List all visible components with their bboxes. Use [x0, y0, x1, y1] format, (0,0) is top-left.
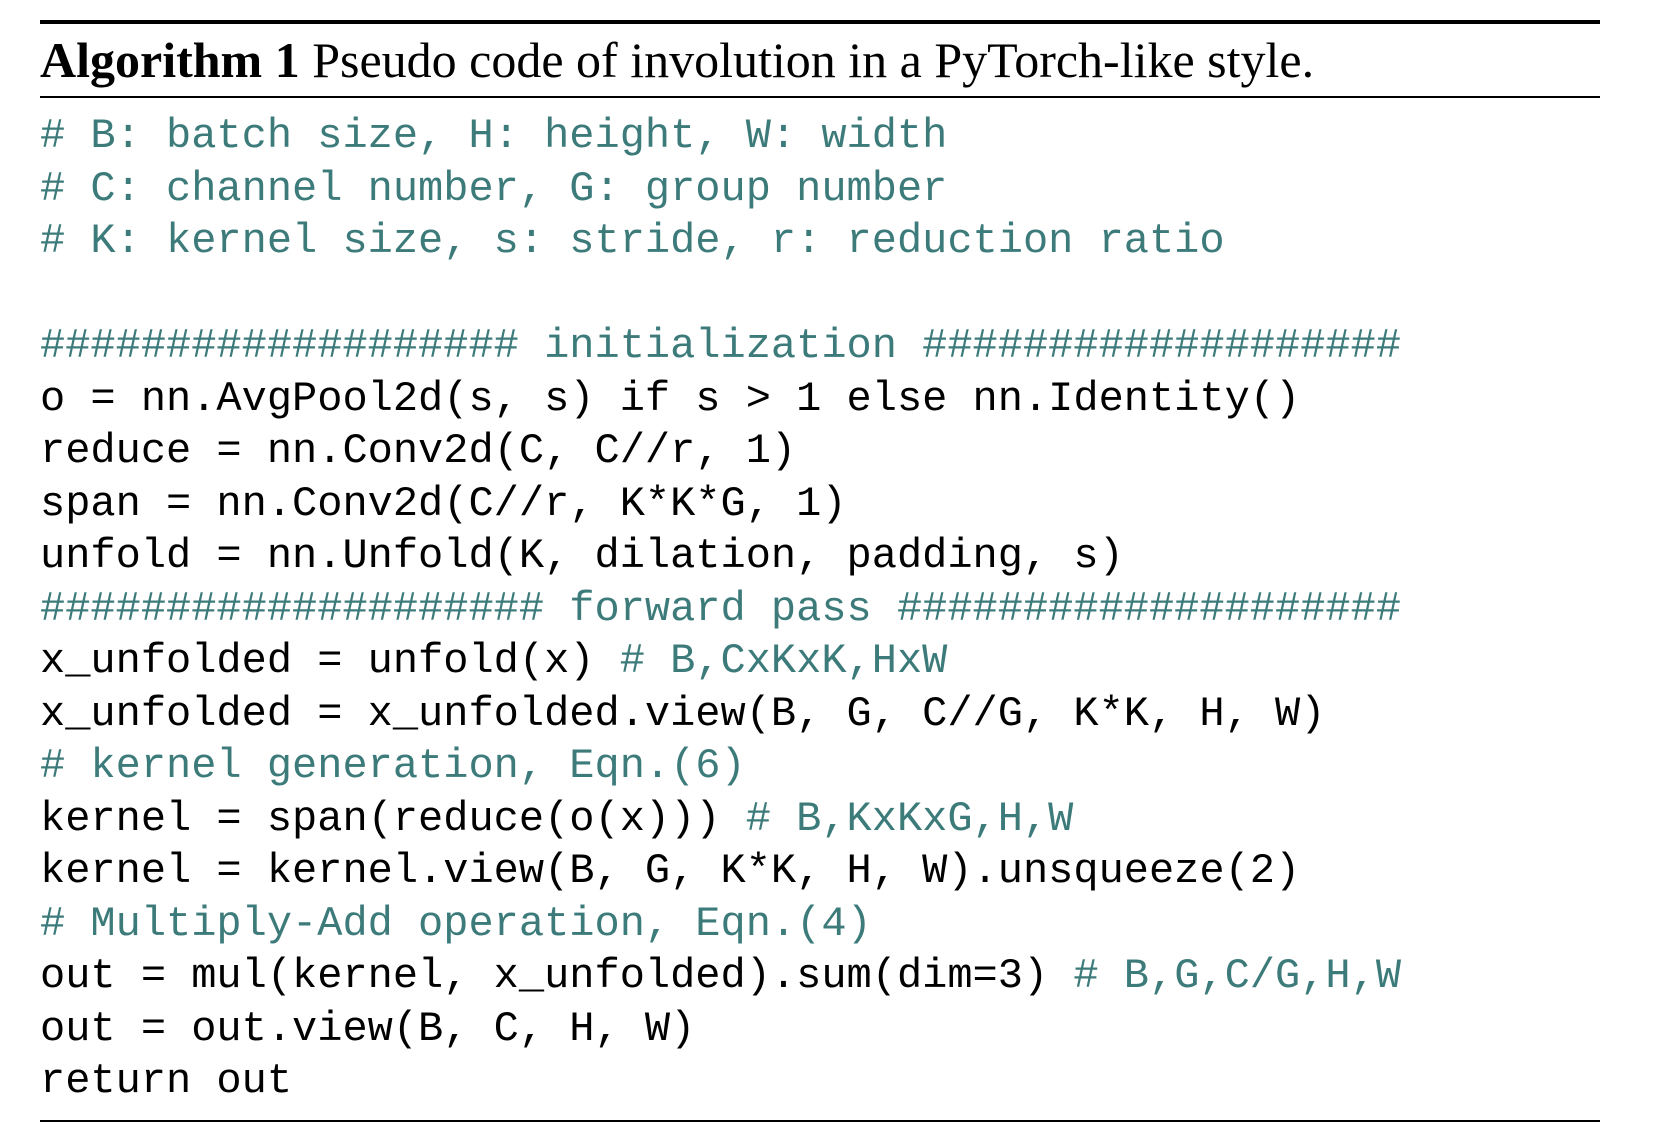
code-block: # B: batch size, H: height, W: width # C… [40, 98, 1600, 1120]
algorithm-block: Algorithm 1 Pseudo code of involution in… [40, 20, 1600, 1122]
code-line: o = nn.AvgPool2d(s, s) if s > 1 else nn.… [40, 375, 1300, 423]
code-comment: # kernel generation, Eqn.(6) [40, 742, 746, 790]
code-line: x_unfolded = unfold(x) [40, 637, 620, 685]
code-comment: # C: channel number, G: group number [40, 165, 947, 213]
code-comment: # B,KxKxG,H,W [746, 795, 1074, 843]
code-line: kernel = kernel.view(B, G, K*K, H, W).un… [40, 847, 1300, 895]
code-comment: # Multiply-Add operation, Eqn.(4) [40, 900, 872, 948]
code-line: out = out.view(B, C, H, W) [40, 1005, 695, 1053]
code-line: kernel = span(reduce(o(x))) [40, 795, 746, 843]
code-comment: # B: batch size, H: height, W: width [40, 112, 947, 160]
code-comment: # K: kernel size, s: stride, r: reductio… [40, 217, 1225, 265]
code-comment: # B,CxKxK,HxW [620, 637, 948, 685]
code-line: span = nn.Conv2d(C//r, K*K*G, 1) [40, 480, 847, 528]
code-line: unfold = nn.Unfold(K, dilation, padding,… [40, 532, 1124, 580]
code-line: out = mul(kernel, x_unfolded).sum(dim=3) [40, 952, 1073, 1000]
algorithm-title: Pseudo code of involution in a PyTorch-l… [300, 32, 1314, 88]
code-comment: # B,G,C/G,H,W [1073, 952, 1401, 1000]
algorithm-header: Algorithm 1 Pseudo code of involution in… [40, 24, 1600, 96]
header-text: Algorithm 1 Pseudo code of involution in… [40, 32, 1314, 88]
code-comment: #################### forward pass ######… [40, 585, 1401, 633]
algorithm-label: Algorithm 1 [40, 32, 300, 88]
code-comment: ################### initialization #####… [40, 322, 1401, 370]
code-line: x_unfolded = x_unfolded.view(B, G, C//G,… [40, 690, 1325, 738]
code-line: reduce = nn.Conv2d(C, C//r, 1) [40, 427, 796, 475]
code-line: return out [40, 1057, 292, 1105]
bottom-rule [40, 1120, 1600, 1122]
